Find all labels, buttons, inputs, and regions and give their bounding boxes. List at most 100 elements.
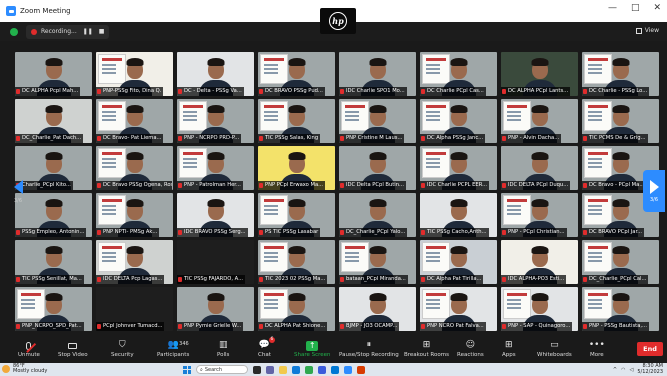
view-button[interactable]: View bbox=[635, 27, 659, 34]
teams-icon[interactable] bbox=[266, 365, 274, 374]
participant-tile[interactable]: DC ALPHA PCpl Lants... bbox=[501, 52, 578, 96]
minimize-button[interactable]: — bbox=[608, 3, 617, 13]
maximize-button[interactable]: □ bbox=[631, 3, 640, 13]
participant-tile[interactable]: DC Charlie - PSSg Lo... bbox=[582, 52, 659, 96]
unmute-button[interactable]: Unmute bbox=[18, 340, 40, 358]
polls-button[interactable]: ▥ Polls bbox=[217, 340, 229, 358]
participant-tile[interactable]: DC Alpha PSSg Janc... bbox=[420, 99, 497, 143]
participant-tile[interactable]: BJMP - JO3 OCAMP... bbox=[339, 287, 416, 331]
close-button[interactable]: ✕ bbox=[653, 3, 661, 13]
participant-tile[interactable]: PNP - NCRPO PRD-P... bbox=[177, 99, 254, 143]
pause-stop-recording-button[interactable]: ⏸ Pause/Stop Recording bbox=[339, 340, 399, 358]
end-meeting-button[interactable]: End bbox=[637, 342, 663, 356]
participant-tile[interactable]: PNP Pymie Grielle W... bbox=[177, 287, 254, 331]
participant-tile[interactable]: TIC PSSg Cacho,Anth... bbox=[420, 193, 497, 237]
weather-widget[interactable]: 86°F Mostly cloudy bbox=[2, 364, 47, 374]
security-button[interactable]: ⛉ Security bbox=[111, 340, 134, 358]
participant-tile[interactable]: DC ALPHA Pcpl Mah... bbox=[15, 52, 92, 96]
participant-tile[interactable]: PS TIC PSSg Lasabar bbox=[258, 193, 335, 237]
participant-tile[interactable]: PNP-PSSg Fito, Dina Q. bbox=[96, 52, 173, 96]
participant-tile[interactable]: PNP - Alvin Dacha... bbox=[501, 99, 578, 143]
participant-tile[interactable]: PSSg Empleo, Antonin... bbox=[15, 193, 92, 237]
gallery-grid: DC ALPHA Pcpl Mah... PNP-PSSg Fito, Dina … bbox=[15, 52, 665, 335]
task-view-icon[interactable] bbox=[253, 365, 261, 374]
participant-name: DC_Charlie_Pat Dach... bbox=[22, 135, 82, 141]
more-button[interactable]: ••• More bbox=[589, 340, 605, 358]
stop-video-button[interactable]: Stop Video bbox=[58, 340, 88, 358]
next-page-button[interactable]: 3/6 bbox=[643, 170, 665, 212]
participant-tile[interactable]: DC BRAVO PSSg Pud... bbox=[258, 52, 335, 96]
participant-tile[interactable]: DC - Delta - PSSg Va... bbox=[177, 52, 254, 96]
participant-tile[interactable]: PNP - Patrolman Her... bbox=[177, 146, 254, 190]
arrow-right-icon bbox=[649, 179, 659, 194]
participant-name: IDC BRAVO PSSg Serg... bbox=[184, 229, 246, 235]
participant-name: TIC PSSg Salas, King bbox=[265, 135, 319, 141]
mail-icon[interactable] bbox=[331, 365, 339, 374]
participant-tile[interactable]: IDC Charlie SPO1 Mo... bbox=[339, 52, 416, 96]
office-icon[interactable] bbox=[357, 365, 365, 374]
participant-tile[interactable]: IDC Delta PCpl Butin... bbox=[339, 146, 416, 190]
windows-start-icon[interactable] bbox=[183, 365, 191, 374]
apps-button[interactable]: ⊞ Apps bbox=[502, 340, 516, 358]
zoom-taskbar-icon[interactable] bbox=[344, 365, 352, 374]
participant-tile[interactable]: PNP_NCRPO_SPD_Pat... bbox=[15, 287, 92, 331]
participant-tile[interactable]: IDC BRAVO PSSg Serg... bbox=[177, 193, 254, 237]
whiteboards-button[interactable]: ▭ Whiteboards bbox=[537, 340, 572, 358]
participant-name: PSSg Empleo, Antonin... bbox=[22, 229, 85, 235]
participant-tile[interactable]: DC_Charlie_PCpl Yalo... bbox=[339, 193, 416, 237]
share-screen-button[interactable]: ↑ Share Screen bbox=[294, 340, 331, 358]
participant-tile[interactable]: DC ALPHA Pat Shione... bbox=[258, 287, 335, 331]
participant-tile[interactable]: TIC PSSg Senillat, Ma... bbox=[15, 240, 92, 284]
participant-tile[interactable]: PNP - PSSg Bautista,... bbox=[582, 287, 659, 331]
clock[interactable]: 8:30 AM 5/12/2023 bbox=[637, 363, 663, 375]
participant-tile[interactable]: DC_Charlie_Pat Dach... bbox=[15, 99, 92, 143]
participant-tile[interactable]: DC Bravo PSSg Ogena, Rose F... bbox=[96, 146, 173, 190]
participant-tile[interactable]: TIC 2023 02 PSSg Ma... bbox=[258, 240, 335, 284]
participant-tile[interactable]: TIC PSSg Salas, King bbox=[258, 99, 335, 143]
participant-tile[interactable]: IDC ALPHA-PO3 Esti... bbox=[501, 240, 578, 284]
chevron-up-icon[interactable]: ^ bbox=[613, 367, 617, 373]
taskbar-search[interactable]: ⌕ Search bbox=[196, 365, 248, 374]
participant-tile[interactable]: DC_Charlie_PCpl Cal... bbox=[582, 240, 659, 284]
participant-tile[interactable]: DC Bravo- Pat Liema... bbox=[96, 99, 173, 143]
previous-page-button[interactable]: 3/6 bbox=[10, 178, 26, 212]
participant-tile[interactable]: PNP NCRO Pat Falva... bbox=[420, 287, 497, 331]
stop-recording-button[interactable]: ■ bbox=[99, 28, 105, 35]
reactions-button[interactable]: ☺ Reactions bbox=[457, 340, 484, 358]
participants-button[interactable]: 👥 346 Participants bbox=[157, 340, 189, 358]
participant-tile[interactable]: TIC PCMS De & Grig... bbox=[582, 99, 659, 143]
chat-button[interactable]: 💬 6 Chat bbox=[258, 337, 276, 358]
participant-name: PNP NPTI- PMSg Ak... bbox=[103, 229, 158, 235]
chrome-icon[interactable] bbox=[305, 365, 313, 374]
participant-name: PNP Cristine M Laus... bbox=[346, 135, 403, 141]
participant-tile[interactable]: PNP - SAP - Quinagoro... bbox=[501, 287, 578, 331]
participant-tile[interactable]: DC Charlie PCpl Cas... bbox=[420, 52, 497, 96]
participant-tile[interactable]: PNP Cristine M Laus... bbox=[339, 99, 416, 143]
edge-icon[interactable] bbox=[292, 365, 300, 374]
file-explorer-icon[interactable] bbox=[279, 365, 287, 374]
participant-name-label: BJMP - JO3 OCAMP... bbox=[339, 322, 400, 331]
participant-tile[interactable]: PNP NPTI- PMSg Ak... bbox=[96, 193, 173, 237]
breakout-rooms-button[interactable]: ⊞ Breakout Rooms bbox=[404, 340, 449, 358]
security-shield-icon[interactable] bbox=[10, 27, 18, 36]
pause-recording-button[interactable]: ❚❚ bbox=[83, 28, 93, 35]
participant-tile[interactable]: bataan_PCpl Miranda... bbox=[339, 240, 416, 284]
participant-tile[interactable]: IDC DELTA PCpl Duqu... bbox=[501, 146, 578, 190]
participant-tile[interactable]: PCpl Johnver Tumacd... bbox=[96, 287, 173, 331]
store-icon[interactable] bbox=[318, 365, 326, 374]
participant-name-label: PCpl Johnver Tumacd... bbox=[96, 322, 165, 331]
speaker-icon[interactable]: ◁ bbox=[630, 367, 634, 373]
wifi-icon[interactable]: ◠ bbox=[621, 367, 625, 373]
participant-tile[interactable]: IDC DELTA Pcp Lagas... bbox=[96, 240, 173, 284]
participant-tile[interactable]: DC Alpha Pat Tirilla... bbox=[420, 240, 497, 284]
participant-tile[interactable]: Charlie_PCpl Kito... bbox=[15, 146, 92, 190]
participant-name: TIC 2023 02 PSSg Ma... bbox=[265, 276, 326, 282]
participant-tile[interactable]: TIC PSSg FAJARDO, A... bbox=[177, 240, 254, 284]
reactions-label: Reactions bbox=[457, 352, 484, 358]
participant-name: IDC Delta PCpl Butin... bbox=[346, 182, 404, 188]
muted-mic-icon bbox=[583, 277, 587, 282]
participant-tile[interactable]: IDC Charlie PCPL EER... bbox=[420, 146, 497, 190]
participant-name-label: PNP - NCRPO PRD-P... bbox=[177, 134, 242, 143]
participant-tile[interactable]: PNP PCpl Erwaxo Ma... bbox=[258, 146, 335, 190]
participant-tile[interactable]: PNP - PCpl Christian... bbox=[501, 193, 578, 237]
